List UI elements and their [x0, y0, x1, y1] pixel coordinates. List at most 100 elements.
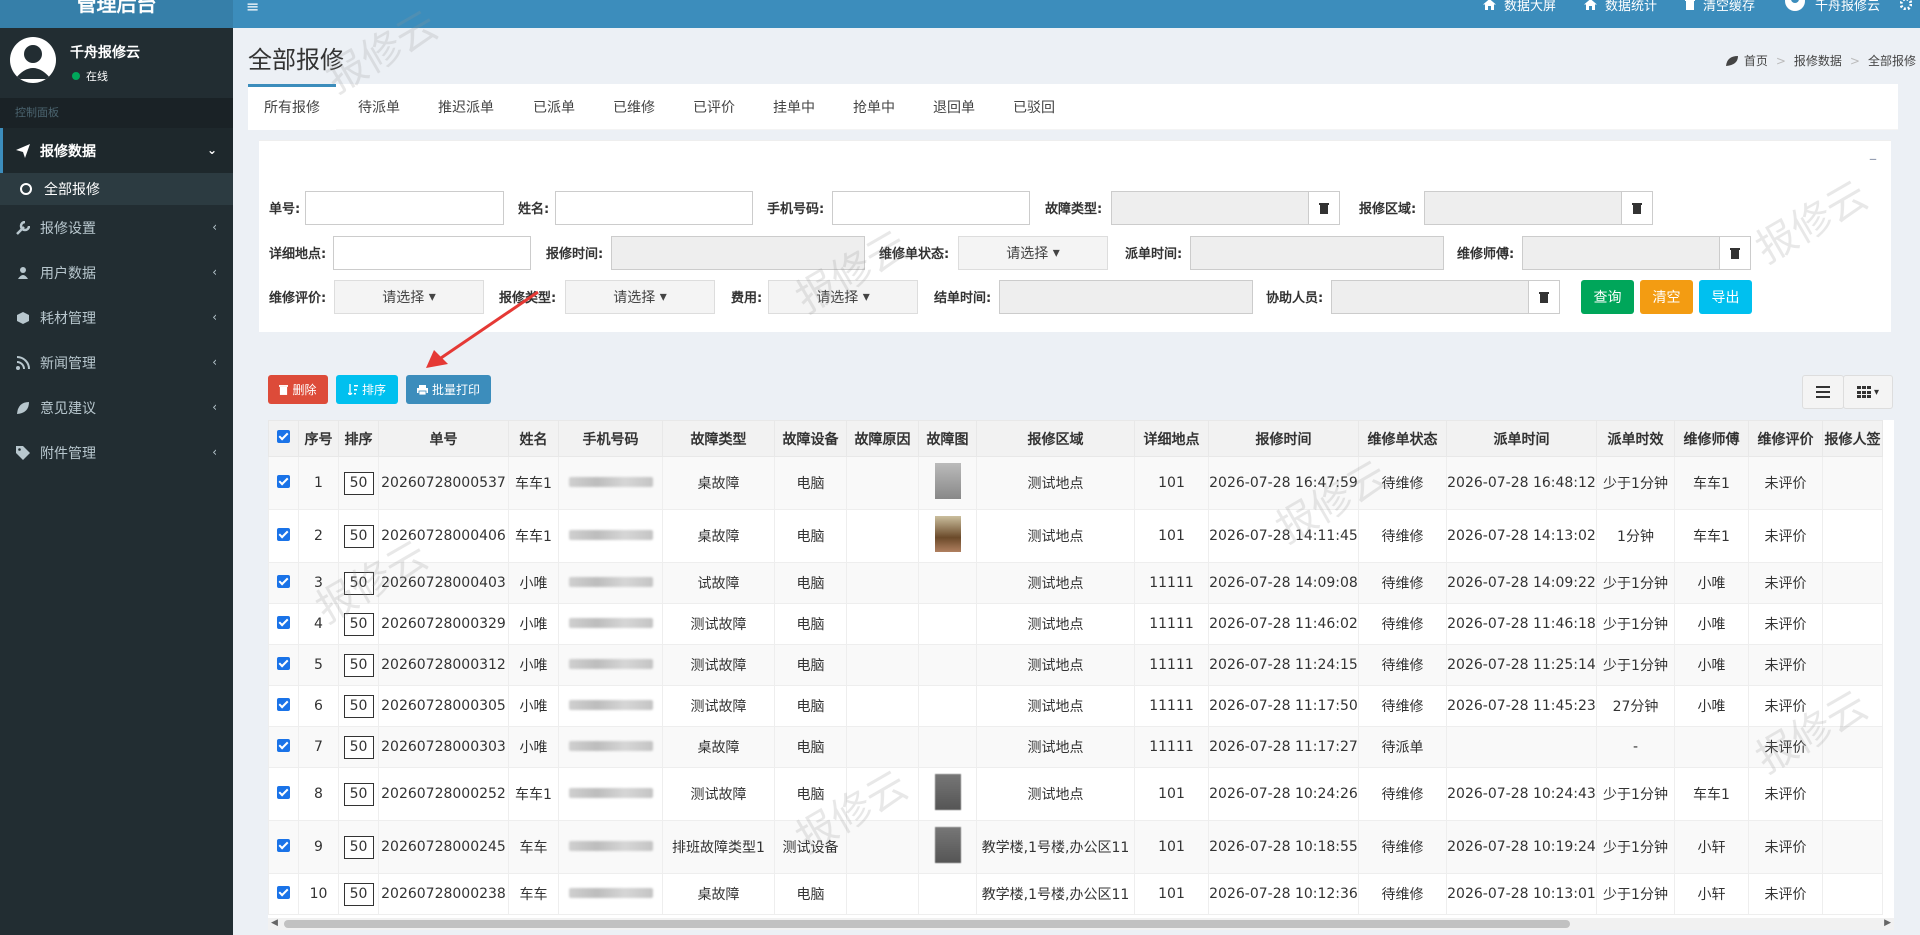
order-no-input[interactable] [305, 191, 504, 225]
status-select[interactable]: 请选择 ▾ [958, 236, 1108, 270]
nav-user-menu[interactable]: 千舟报修云 [1769, 0, 1894, 14]
repair-type-select[interactable]: 请选择 ▾ [565, 280, 715, 314]
cell-sort[interactable]: 50 [338, 644, 379, 686]
row-checkbox-cell[interactable] [268, 603, 299, 645]
row-checkbox[interactable] [277, 785, 290, 799]
nav-data-stats[interactable]: 数据统计 [1570, 0, 1671, 14]
row-checkbox[interactable] [277, 738, 290, 752]
sort-input[interactable]: 50 [343, 835, 374, 859]
scroll-right-icon[interactable]: ▶ [1884, 918, 1891, 928]
list-view-button[interactable] [1802, 375, 1844, 409]
settings-icon[interactable] [1894, 0, 1920, 10]
sidebar-item-user-data[interactable]: 用户数据 ‹ [0, 250, 233, 295]
tab-rejected[interactable]: 已驳回 [1013, 84, 1055, 130]
sort-input[interactable]: 50 [343, 612, 374, 636]
cell-sort[interactable]: 50 [338, 873, 379, 915]
fault-type-input[interactable] [1111, 191, 1309, 225]
row-checkbox-cell[interactable] [268, 509, 299, 563]
row-checkbox[interactable] [277, 656, 290, 670]
table-row[interactable]: 2 50 20260728000406 车车1 桌故障 电脑 测试地点 101 2026-07-… [268, 509, 1883, 563]
cell-sort[interactable]: 50 [338, 509, 379, 563]
nav-data-screen[interactable]: 数据大屏 [1469, 0, 1570, 14]
horizontal-scrollbar[interactable]: ◀ ▶ [268, 918, 1894, 930]
collapse-icon[interactable]: – [1869, 149, 1877, 168]
cell-sort[interactable]: 50 [338, 603, 379, 645]
sidebar-item-repair-settings[interactable]: 报修设置 ‹ [0, 205, 233, 250]
fault-image-thumbnail[interactable] [934, 516, 961, 552]
cell-fault-image[interactable] [918, 509, 977, 563]
table-row[interactable]: 7 50 20260728000303 小唯 桌故障 电脑 测试地点 11111 2026-07… [268, 726, 1883, 768]
table-row[interactable]: 3 50 20260728000403 小唯 试故障 电脑 测试地点 11111 2026-07… [268, 562, 1883, 604]
sidebar-toggle-icon[interactable]: ≡ [246, 0, 259, 16]
repair-time-input[interactable] [611, 236, 865, 270]
batch-print-button[interactable]: 批量打印 [406, 375, 491, 404]
scrollbar-thumb[interactable] [284, 920, 1570, 928]
tab-rated[interactable]: 已评价 [693, 84, 735, 130]
export-button[interactable]: 导出 [1699, 280, 1752, 314]
address-input[interactable] [333, 236, 531, 270]
columns-toggle-button[interactable]: ▾ [1843, 375, 1893, 409]
sidebar-item-attachments[interactable]: 附件管理 ‹ [0, 430, 233, 475]
sort-input[interactable]: 50 [343, 782, 374, 806]
scroll-left-icon[interactable]: ◀ [271, 918, 278, 928]
assistant-input[interactable] [1331, 280, 1529, 314]
cell-sort[interactable]: 50 [338, 820, 379, 874]
cell-sort[interactable]: 50 [338, 767, 379, 821]
row-checkbox-cell[interactable] [268, 644, 299, 686]
table-row[interactable]: 4 50 20260728000329 小唯 测试故障 电脑 测试地点 11111 2026-0… [268, 603, 1883, 645]
name-input[interactable] [555, 191, 753, 225]
sort-button[interactable]: 排序 [336, 375, 398, 404]
worker-input[interactable] [1522, 236, 1720, 270]
sort-input[interactable]: 50 [343, 694, 374, 718]
table-row[interactable]: 6 50 20260728000305 小唯 测试故障 电脑 测试地点 11111 2026-0… [268, 685, 1883, 727]
sort-input[interactable]: 50 [343, 571, 374, 595]
sidebar-item-feedback[interactable]: 意见建议 ‹ [0, 385, 233, 430]
table-row[interactable]: 9 50 20260728000245 车车 排班故障类型1 测试设备 教学楼,1号楼,办公… [268, 820, 1883, 874]
row-checkbox-cell[interactable] [268, 456, 299, 510]
row-checkbox[interactable] [277, 615, 290, 629]
table-row[interactable]: 5 50 20260728000312 小唯 测试故障 电脑 测试地点 11111 2026-0… [268, 644, 1883, 686]
cell-sort[interactable]: 50 [338, 562, 379, 604]
cell-sort[interactable]: 50 [338, 685, 379, 727]
row-checkbox-cell[interactable] [268, 726, 299, 768]
tab-returned[interactable]: 退回单 [933, 84, 975, 130]
tab-dispatched[interactable]: 已派单 [533, 84, 575, 130]
sort-input[interactable]: 50 [343, 471, 374, 495]
sort-input[interactable]: 50 [343, 524, 374, 548]
tab-pending-dispatch[interactable]: 待派单 [358, 84, 400, 130]
brand-logo[interactable]: 管理后台 [0, 0, 233, 28]
row-checkbox-cell[interactable] [268, 562, 299, 604]
cell-sort[interactable]: 50 [338, 456, 379, 510]
cell-sort[interactable]: 50 [338, 726, 379, 768]
tab-on-hold[interactable]: 挂单中 [773, 84, 815, 130]
tab-repaired[interactable]: 已维修 [613, 84, 655, 130]
fault-image-thumbnail[interactable] [934, 827, 961, 863]
row-checkbox[interactable] [277, 697, 290, 711]
breadcrumb-home[interactable]: 首页 [1744, 52, 1768, 69]
phone-input[interactable] [832, 191, 1030, 225]
fault-image-thumbnail[interactable] [934, 463, 961, 499]
cell-fault-image[interactable] [918, 820, 977, 874]
fault-type-clear-button[interactable] [1308, 191, 1340, 225]
sort-input[interactable]: 50 [343, 653, 374, 677]
sort-input[interactable]: 50 [343, 882, 374, 906]
fault-image-thumbnail[interactable] [934, 774, 961, 810]
sidebar-item-materials[interactable]: 耗材管理 ‹ [0, 295, 233, 340]
tab-grabbing[interactable]: 抢单中 [853, 84, 895, 130]
clear-button[interactable]: 清空 [1640, 280, 1693, 314]
sidebar-item-repair-data[interactable]: 报修数据 ⌄ [0, 128, 233, 173]
breadcrumb-repair-data[interactable]: 报修数据 [1794, 52, 1842, 69]
fee-select[interactable]: 请选择 ▾ [768, 280, 918, 314]
tab-all[interactable]: 所有报修 [248, 84, 336, 130]
tab-delayed-dispatch[interactable]: 推迟派单 [438, 84, 494, 130]
row-checkbox[interactable] [277, 527, 290, 541]
area-input[interactable] [1424, 191, 1622, 225]
query-button[interactable]: 查询 [1581, 280, 1634, 314]
table-row[interactable]: 8 50 20260728000252 车车1 测试故障 电脑 测试地点 101 2026-07… [268, 767, 1883, 821]
row-checkbox[interactable] [277, 474, 290, 488]
row-checkbox[interactable] [277, 574, 290, 588]
row-checkbox[interactable] [277, 838, 290, 852]
row-checkbox[interactable] [277, 885, 290, 899]
select-all-checkbox[interactable] [277, 430, 290, 443]
cell-fault-image[interactable] [918, 767, 977, 821]
